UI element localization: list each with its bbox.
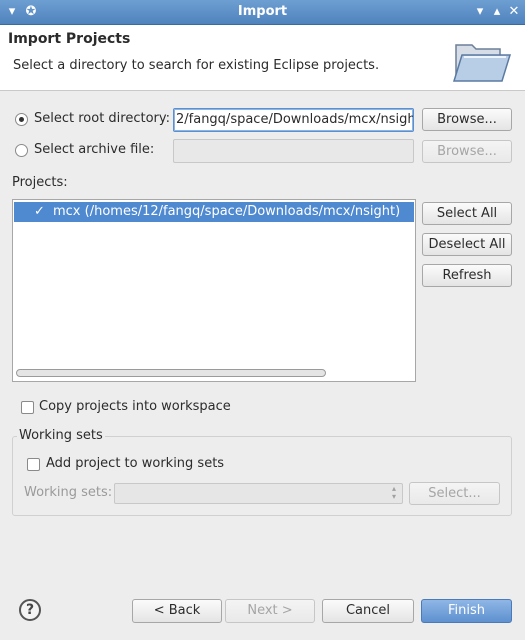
root-directory-radio[interactable] bbox=[15, 113, 28, 126]
window-title: Import bbox=[237, 4, 288, 19]
copy-projects-label: Copy projects into workspace bbox=[39, 399, 231, 414]
projects-list[interactable]: ✓ mcx (/homes/12/fangq/space/Downloads/m… bbox=[12, 199, 416, 382]
refresh-button[interactable]: Refresh bbox=[422, 264, 512, 287]
projects-label: Projects: bbox=[12, 175, 68, 190]
spinner-arrows-icon: ▴ ▾ bbox=[391, 484, 396, 501]
title-bar: ▾ ✪ Import ▾ ▴ ✕ bbox=[0, 0, 525, 25]
browse-archive-button[interactable]: Browse... bbox=[422, 140, 512, 163]
back-button[interactable]: < Back bbox=[132, 599, 222, 623]
working-sets-select-button[interactable]: Select... bbox=[409, 482, 500, 505]
page-description: Select a directory to search for existin… bbox=[13, 58, 380, 73]
minimize-icon[interactable]: ▾ bbox=[472, 3, 488, 21]
wizard-header: Import Projects Select a directory to se… bbox=[0, 25, 525, 91]
project-name: mcx (/homes/12/fangq/space/Downloads/mcx… bbox=[53, 204, 401, 219]
maximize-icon[interactable]: ▴ bbox=[489, 3, 505, 21]
root-directory-input[interactable]: 2/fangq/space/Downloads/mcx/nsight bbox=[173, 108, 414, 132]
close-icon[interactable]: ✕ bbox=[506, 3, 522, 21]
archive-file-label: Select archive file: bbox=[34, 142, 155, 157]
root-directory-label: Select root directory: bbox=[34, 111, 171, 126]
deselect-all-button[interactable]: Deselect All bbox=[422, 233, 512, 256]
browse-root-button[interactable]: Browse... bbox=[422, 108, 512, 131]
project-checkbox[interactable]: ✓ bbox=[33, 205, 46, 218]
working-sets-field-label: Working sets: bbox=[24, 485, 113, 500]
select-all-button[interactable]: Select All bbox=[422, 202, 512, 225]
next-button[interactable]: Next > bbox=[225, 599, 315, 623]
working-sets-combo[interactable]: ▴ ▾ bbox=[114, 483, 403, 504]
folder-open-icon bbox=[452, 44, 512, 82]
archive-file-radio[interactable] bbox=[15, 144, 28, 157]
cancel-button[interactable]: Cancel bbox=[322, 599, 414, 623]
archive-file-input[interactable] bbox=[173, 139, 414, 163]
help-icon[interactable]: ? bbox=[19, 599, 41, 621]
add-to-working-sets-label: Add project to working sets bbox=[46, 456, 225, 471]
copy-projects-checkbox[interactable] bbox=[21, 401, 34, 414]
add-to-working-sets-checkbox[interactable] bbox=[27, 458, 40, 471]
project-row[interactable]: ✓ mcx (/homes/12/fangq/space/Downloads/m… bbox=[14, 202, 414, 222]
working-sets-legend: Working sets bbox=[17, 428, 105, 443]
finish-button[interactable]: Finish bbox=[421, 599, 512, 623]
horizontal-scrollbar[interactable] bbox=[16, 369, 326, 377]
page-title: Import Projects bbox=[8, 31, 131, 47]
